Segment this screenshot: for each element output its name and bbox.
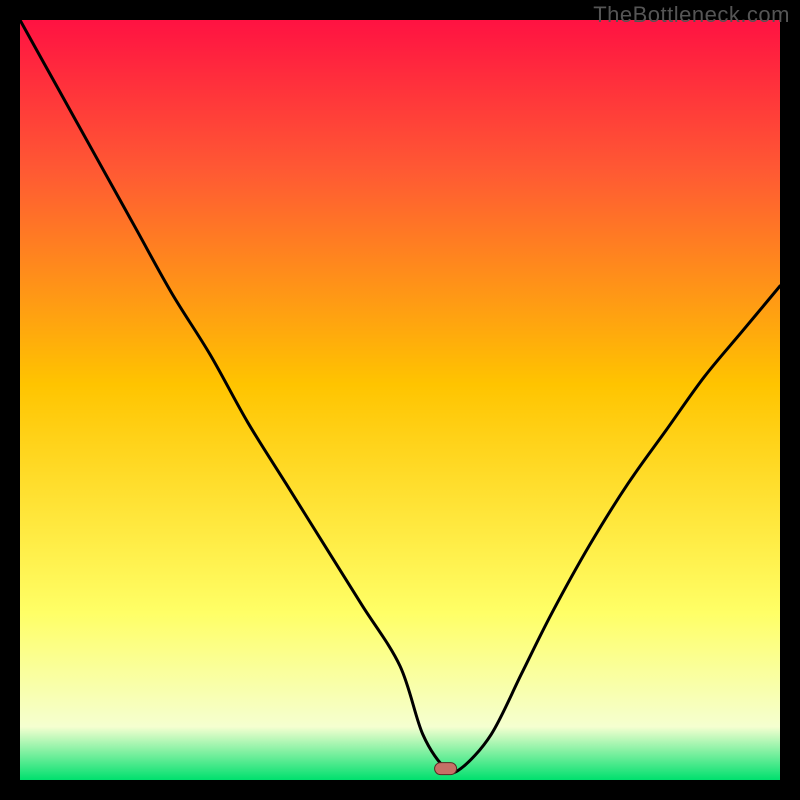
- optimal-point-marker: [435, 763, 457, 775]
- chart-frame: TheBottleneck.com: [0, 0, 800, 800]
- chart-svg: [20, 20, 780, 780]
- watermark-text: TheBottleneck.com: [593, 2, 790, 28]
- plot-area: [20, 20, 780, 780]
